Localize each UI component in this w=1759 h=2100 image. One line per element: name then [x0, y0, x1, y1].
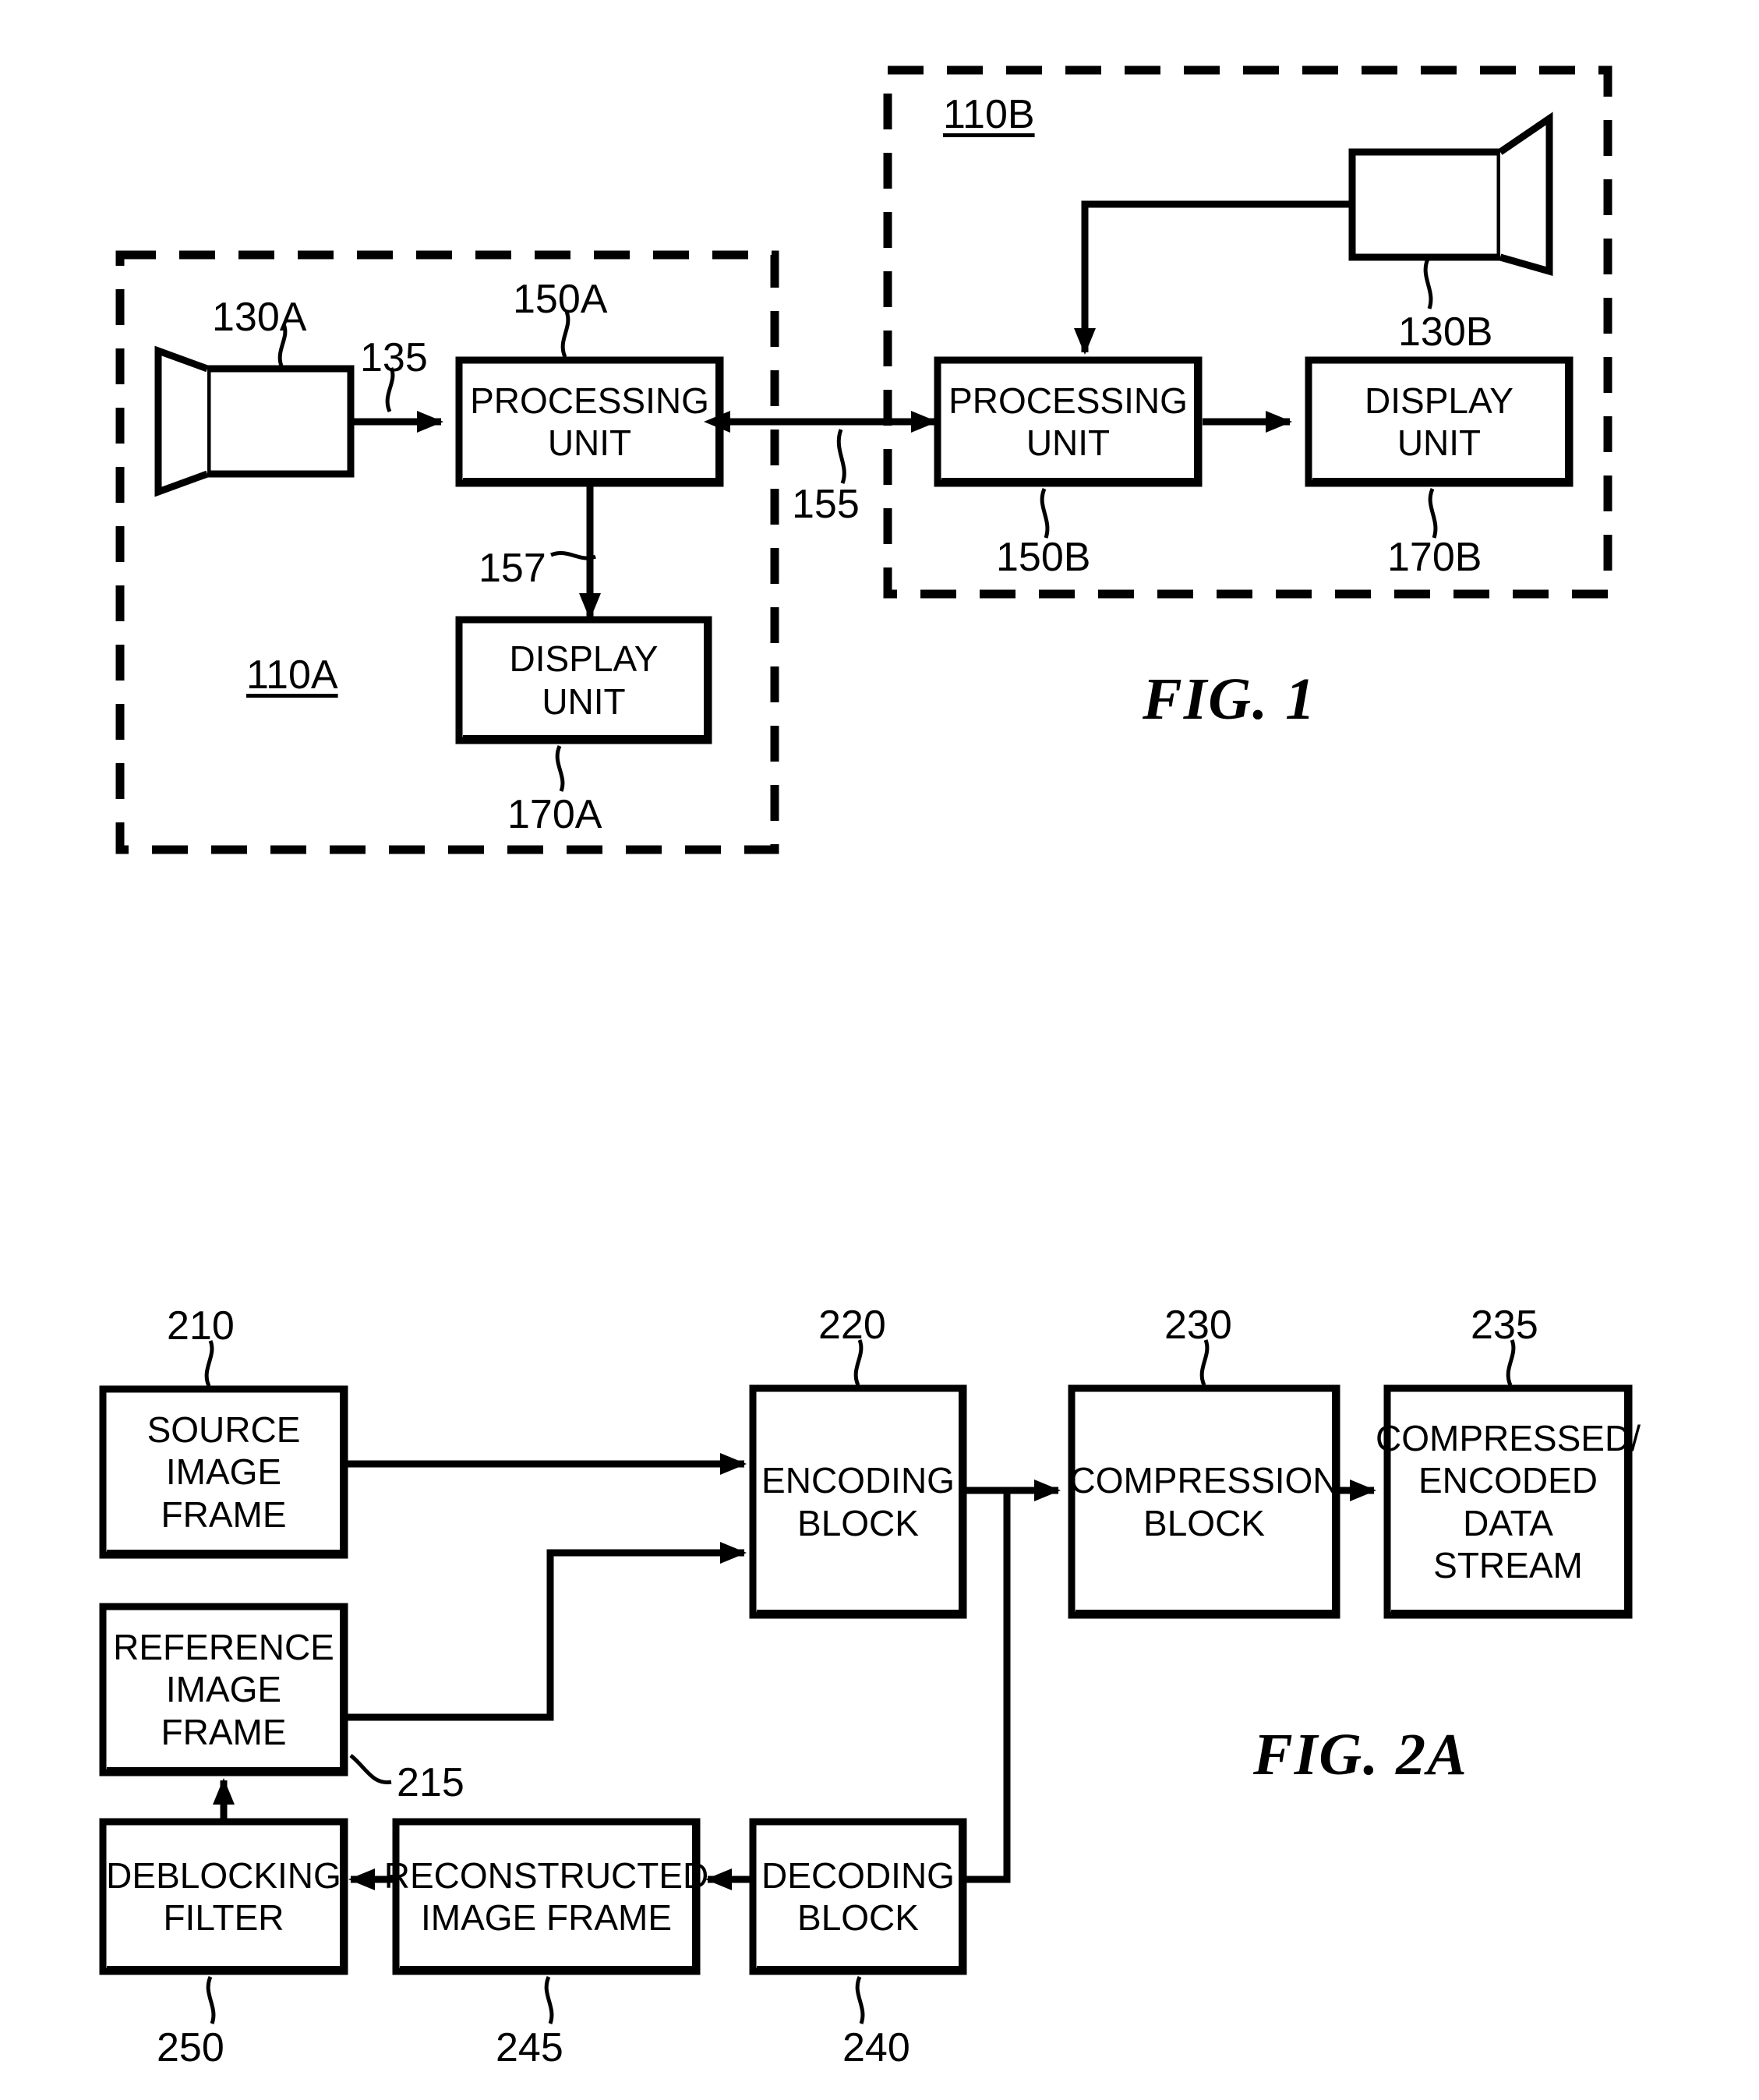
connection-155 [704, 411, 938, 484]
camera-a-icon [154, 323, 355, 497]
connection-157 [550, 485, 601, 620]
ref-245: 245 [496, 2025, 563, 2070]
ref-110a: 110A [246, 652, 338, 698]
ref-150b: 150B [996, 535, 1091, 580]
ref-215: 215 [397, 1760, 464, 1805]
reference-image-frame-box [99, 1603, 392, 1784]
ref-250: 250 [157, 2025, 224, 2070]
ref-155: 155 [792, 482, 860, 527]
connection-reference-to-encoding [347, 1542, 747, 1721]
ref-240: 240 [842, 2025, 910, 2070]
processing-unit-a-box [455, 311, 724, 487]
connection-camera-b-to-processing-b [1074, 200, 1352, 355]
display-unit-a-box [455, 616, 712, 792]
ref-130b: 130B [1398, 309, 1493, 355]
deblocking-filter-box [99, 1818, 348, 2024]
ref-170b: 170B [1387, 535, 1482, 580]
ref-235: 235 [1471, 1303, 1538, 1348]
figure-1-label: FIG. 1 [1143, 666, 1317, 732]
source-image-frame-box [99, 1340, 348, 1559]
figure-2a-label: FIG. 2A [1253, 1722, 1468, 1787]
ref-170a: 170A [507, 792, 602, 837]
device-110a-boundary [115, 250, 779, 854]
ref-220: 220 [818, 1303, 886, 1348]
ref-150a: 150A [513, 277, 608, 322]
ref-230: 230 [1164, 1303, 1232, 1348]
compressed-encoded-data-stream-box [1383, 1339, 1633, 1619]
display-unit-b-box [1305, 356, 1574, 539]
processing-unit-b-box [934, 356, 1203, 539]
decoding-block-box [749, 1818, 967, 2024]
compression-block-box [1068, 1339, 1340, 1619]
ref-135: 135 [360, 335, 428, 380]
camera-b-icon [1348, 111, 1553, 309]
encoding-block-box [749, 1339, 967, 1619]
ref-157: 157 [479, 546, 546, 591]
ref-130a: 130A [212, 295, 307, 340]
ref-210: 210 [167, 1303, 235, 1349]
reconstructed-image-frame-box [392, 1818, 701, 2024]
ref-110b: 110B [943, 92, 1035, 137]
